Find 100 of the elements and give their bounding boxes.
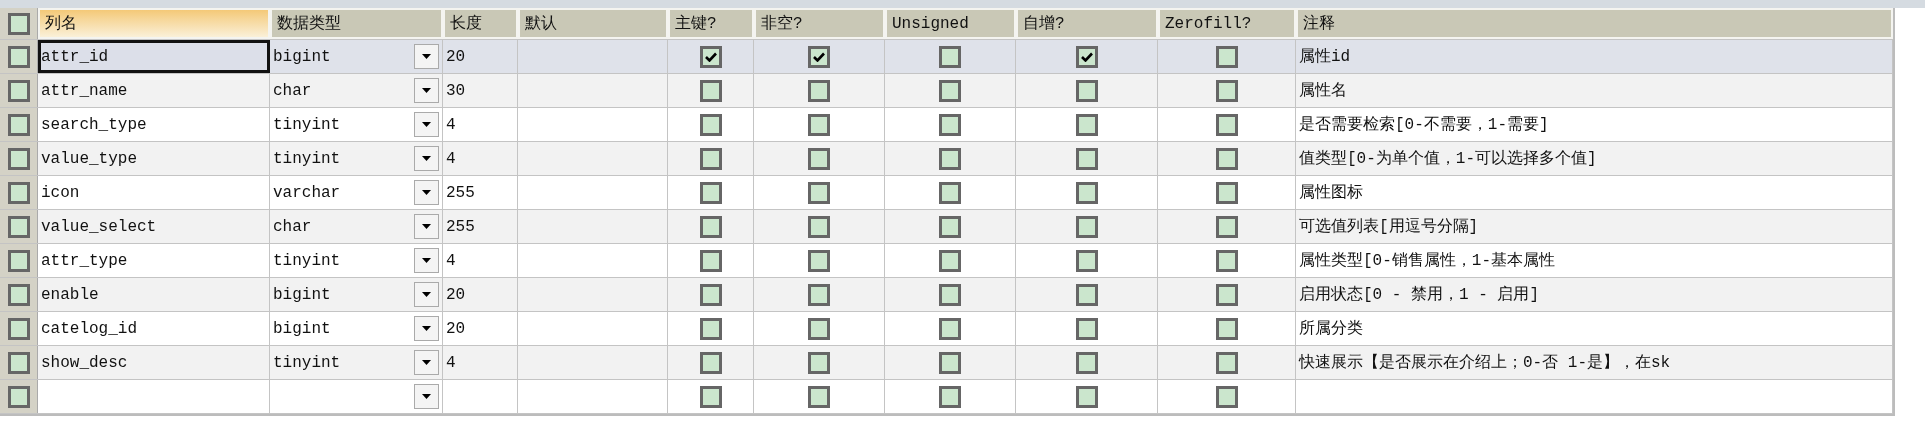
comment-cell[interactable]: 是否需要检索[0-不需要，1-需要]	[1296, 108, 1893, 141]
comment-cell[interactable]: 属性图标	[1296, 176, 1893, 209]
checkbox[interactable]	[808, 215, 830, 238]
checkbox[interactable]	[1215, 45, 1238, 68]
column-header[interactable]: 自增?	[1016, 8, 1158, 39]
checkbox[interactable]	[699, 317, 722, 340]
checkbox[interactable]	[939, 147, 961, 170]
checkbox[interactable]	[7, 181, 30, 204]
dropdown-button[interactable]	[414, 214, 439, 239]
checkbox[interactable]	[1215, 351, 1238, 374]
name-cell[interactable]: attr_name	[38, 74, 270, 107]
column-header[interactable]: 数据类型	[270, 8, 443, 39]
type-cell[interactable]: char	[270, 210, 443, 243]
checkbox[interactable]	[1215, 215, 1238, 238]
length-cell[interactable]: 4	[443, 108, 518, 141]
table-row[interactable]: icon varchar 255 属性图标	[0, 176, 1893, 210]
length-cell[interactable]: 20	[443, 40, 518, 73]
column-header[interactable]: 主键?	[668, 8, 754, 39]
checkbox[interactable]	[939, 317, 961, 340]
type-cell[interactable]: tinyint	[270, 244, 443, 277]
length-cell[interactable]: 20	[443, 278, 518, 311]
length-cell[interactable]: 4	[443, 142, 518, 175]
checkbox[interactable]	[939, 351, 961, 374]
table-row[interactable]: catelog_id bigint 20 所属分类	[0, 312, 1893, 346]
comment-cell[interactable]: 可选值列表[用逗号分隔]	[1296, 210, 1893, 243]
table-row[interactable]: attr_type tinyint 4 属性类型[0-销售属性，1-基本属性	[0, 244, 1893, 278]
checkbox[interactable]	[699, 385, 722, 408]
checkbox[interactable]	[808, 385, 830, 408]
checkbox[interactable]	[1215, 283, 1238, 306]
checkbox[interactable]	[808, 283, 830, 306]
checkbox[interactable]	[699, 181, 722, 204]
length-cell[interactable]: 255	[443, 210, 518, 243]
checkbox[interactable]	[1215, 249, 1238, 272]
comment-cell[interactable]: 所属分类	[1296, 312, 1893, 345]
type-cell[interactable]: bigint	[270, 312, 443, 345]
checkbox[interactable]	[939, 113, 961, 136]
name-cell[interactable]: search_type	[38, 108, 270, 141]
table-row[interactable]: enable bigint 20 启用状态[0 - 禁用，1 - 启用]	[0, 278, 1893, 312]
checkbox[interactable]	[808, 181, 830, 204]
length-cell[interactable]: 4	[443, 346, 518, 379]
type-cell[interactable]: bigint	[270, 278, 443, 311]
dropdown-button[interactable]	[414, 384, 439, 409]
dropdown-button[interactable]	[414, 282, 439, 307]
checkbox[interactable]	[699, 45, 722, 68]
checkbox[interactable]	[7, 215, 30, 238]
length-cell[interactable]: 4	[443, 244, 518, 277]
checkbox[interactable]	[699, 283, 722, 306]
name-cell[interactable]: value_select	[38, 210, 270, 243]
dropdown-button[interactable]	[414, 44, 439, 69]
checkbox[interactable]	[1215, 317, 1238, 340]
checkbox[interactable]	[1075, 215, 1098, 238]
checkbox[interactable]	[939, 249, 961, 272]
checkbox[interactable]	[1075, 351, 1098, 374]
checkbox[interactable]	[1215, 181, 1238, 204]
comment-cell[interactable]: 启用状态[0 - 禁用，1 - 启用]	[1296, 278, 1893, 311]
checkbox[interactable]	[699, 351, 722, 374]
dropdown-button[interactable]	[414, 350, 439, 375]
name-cell[interactable]: show_desc	[38, 346, 270, 379]
checkbox[interactable]	[939, 45, 961, 68]
column-header[interactable]: 默认	[518, 8, 668, 39]
checkbox[interactable]	[808, 79, 830, 102]
name-cell[interactable]: attr_type	[38, 244, 270, 277]
checkbox[interactable]	[1215, 385, 1238, 408]
table-row[interactable]: search_type tinyint 4 是否需要检索[0-不需要，1-需要]	[0, 108, 1893, 142]
checkbox[interactable]	[7, 147, 30, 170]
type-cell[interactable]: char	[270, 74, 443, 107]
table-row[interactable]: value_type tinyint 4 值类型[0-为单个值，1-可以选择多个值]	[0, 142, 1893, 176]
checkbox[interactable]	[7, 249, 30, 272]
checkbox[interactable]	[808, 317, 830, 340]
checkbox[interactable]	[1075, 249, 1098, 272]
checkbox[interactable]	[808, 113, 830, 136]
name-cell[interactable]: catelog_id	[38, 312, 270, 345]
dropdown-button[interactable]	[414, 180, 439, 205]
table-row[interactable]: attr_id bigint 20 属性id	[0, 40, 1893, 74]
type-cell[interactable]: varchar	[270, 176, 443, 209]
comment-cell[interactable]: 属性名	[1296, 74, 1893, 107]
checkbox[interactable]	[699, 147, 722, 170]
column-header[interactable]: Unsigned	[885, 8, 1016, 39]
checkbox[interactable]	[7, 351, 30, 374]
table-row[interactable]: show_desc tinyint 4 快速展示【是否展示在介绍上；0-否 1-是】，在sk	[0, 346, 1893, 380]
checkbox[interactable]	[699, 79, 722, 102]
type-cell[interactable]: tinyint	[270, 346, 443, 379]
type-cell[interactable]: bigint	[270, 40, 443, 73]
name-cell[interactable]: value_type	[38, 142, 270, 175]
checkbox[interactable]	[1075, 45, 1098, 68]
length-cell[interactable]: 255	[443, 176, 518, 209]
checkbox[interactable]	[1075, 317, 1098, 340]
dropdown-button[interactable]	[414, 146, 439, 171]
checkbox[interactable]	[1075, 283, 1098, 306]
checkbox[interactable]	[939, 385, 961, 408]
checkbox[interactable]	[1215, 147, 1238, 170]
checkbox[interactable]	[1075, 181, 1098, 204]
comment-cell[interactable]: 属性id	[1296, 40, 1893, 73]
checkbox[interactable]	[808, 249, 830, 272]
table-row[interactable]	[0, 380, 1893, 414]
checkbox[interactable]	[939, 79, 961, 102]
checkbox[interactable]	[699, 113, 722, 136]
checkbox[interactable]	[808, 45, 830, 68]
comment-cell[interactable]: 属性类型[0-销售属性，1-基本属性	[1296, 244, 1893, 277]
dropdown-button[interactable]	[414, 112, 439, 137]
